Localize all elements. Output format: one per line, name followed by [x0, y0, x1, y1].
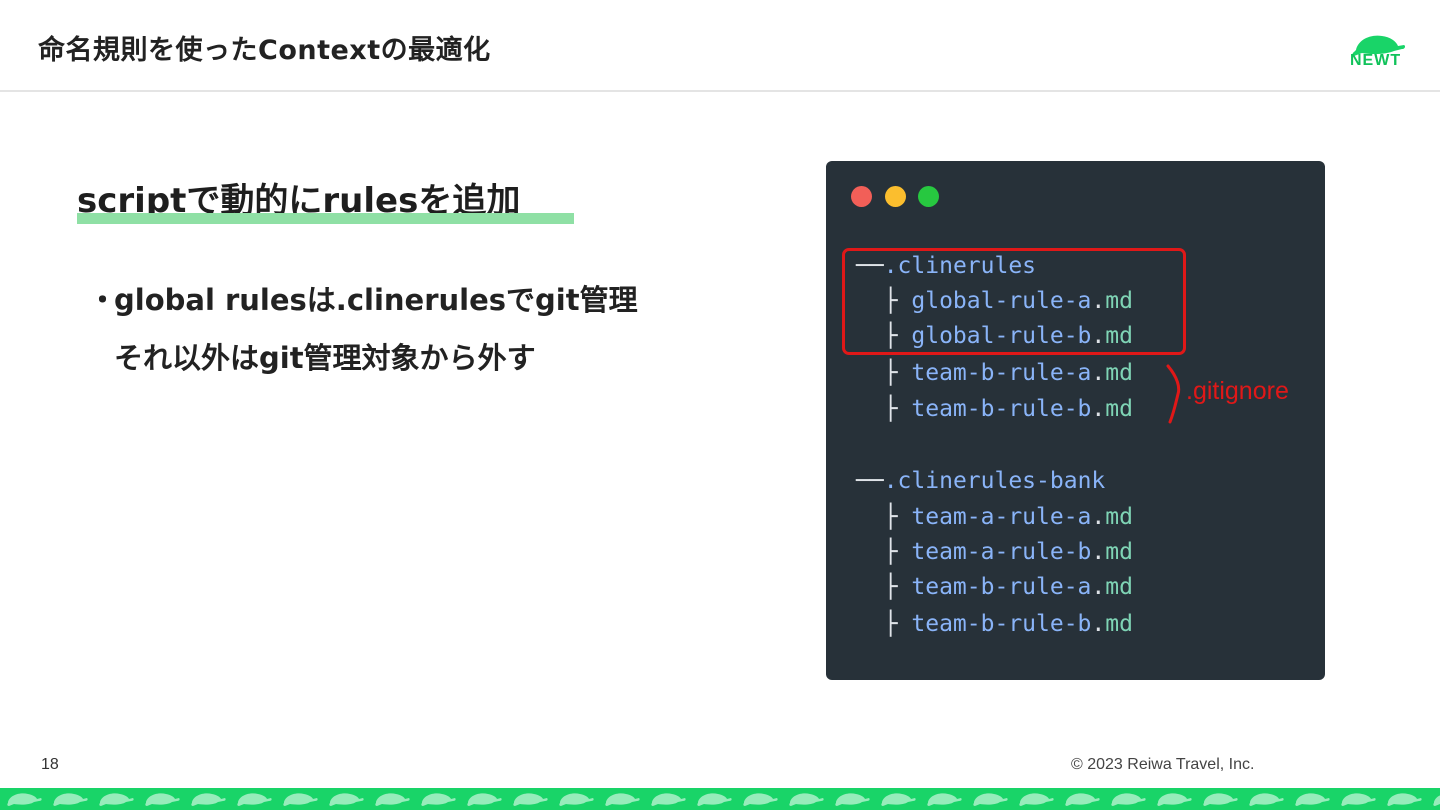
tree-file: ├ team-b-rule-b.md: [856, 396, 1133, 422]
bullet-item: ・global rulesは.clinerulesでgit管理: [88, 280, 638, 338]
slide-header: 命名規則を使ったContextの最適化: [0, 0, 1440, 92]
tree-file: ├ team-b-rule-a.md: [856, 360, 1133, 386]
title-underline: [77, 213, 574, 224]
tree-folder: ──.clinerules-bank: [856, 468, 1106, 494]
bullet-continuation: それ以外はgit管理対象から外す: [88, 338, 638, 396]
gitignore-annotation: .gitignore: [1186, 377, 1289, 405]
bullet-list: ・global rulesは.clinerulesでgit管理 それ以外はgit…: [88, 280, 638, 396]
tree-file: ├ team-a-rule-b.md: [856, 539, 1133, 565]
bullet-text-line2: それ以外はgit管理対象から外す: [114, 341, 536, 375]
closing-brace-icon: [1166, 364, 1181, 424]
maximize-dot-icon: [918, 186, 939, 207]
minimize-dot-icon: [885, 186, 906, 207]
bullet-text-line1: global rulesは.clinerulesでgit管理: [114, 283, 638, 317]
tree-file: ├ team-a-rule-a.md: [856, 504, 1133, 530]
tree-file: ├ team-b-rule-a.md: [856, 574, 1133, 600]
global-rules-highlight: [842, 248, 1186, 355]
turtle-pattern-icon: [0, 788, 1440, 810]
footer-band: [0, 788, 1440, 810]
code-window: ──.clinerules ├ global-rule-a.md ├ globa…: [826, 161, 1325, 680]
page-number: 18: [41, 756, 59, 773]
close-dot-icon: [851, 186, 872, 207]
copyright-text: © 2023 Reiwa Travel, Inc.: [1071, 756, 1255, 773]
logo-text: NEWT: [1350, 52, 1402, 69]
bullet-marker: ・: [88, 283, 118, 317]
tree-file: ├ team-b-rule-b.md: [856, 611, 1133, 637]
page-title: 命名規則を使ったContextの最適化: [38, 35, 491, 66]
